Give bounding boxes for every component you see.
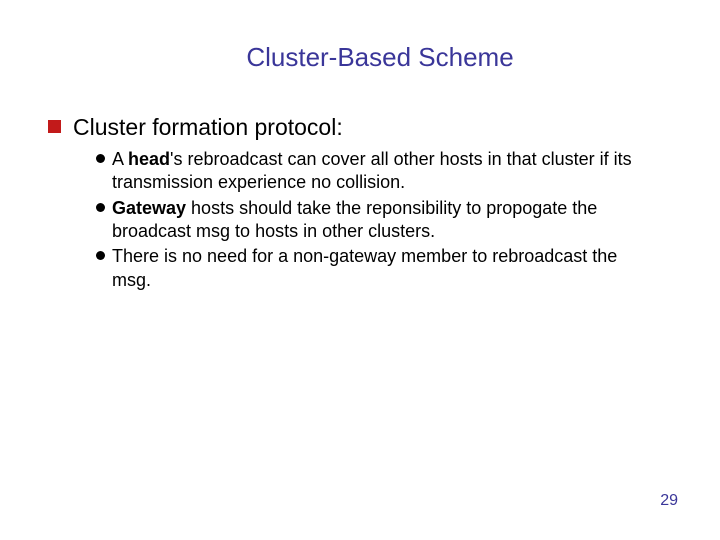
dot-bullet-icon [96,251,105,260]
slide-title: Cluster-Based Scheme [80,42,680,73]
list-item: Gateway hosts should take the reponsibil… [96,197,660,244]
dot-bullet-icon [96,154,105,163]
level1-item: Cluster formation protocol: [48,113,680,142]
list-item: A head's rebroadcast can cover all other… [96,148,660,195]
list-item: There is no need for a non-gateway membe… [96,245,660,292]
square-bullet-icon [48,120,61,133]
bullet-bold: head [128,149,170,169]
level1-text: Cluster formation protocol: [73,113,343,142]
dot-bullet-icon [96,203,105,212]
bullet-text: A head's rebroadcast can cover all other… [112,148,660,195]
slide: Cluster-Based Scheme Cluster formation p… [0,0,720,540]
bullet-pre: A [112,149,128,169]
bullet-post: 's rebroadcast can cover all other hosts… [112,149,632,192]
bullet-post: There is no need for a non-gateway membe… [112,246,617,289]
bullet-text: Gateway hosts should take the reponsibil… [112,197,660,244]
bullet-text: There is no need for a non-gateway membe… [112,245,660,292]
level2-list: A head's rebroadcast can cover all other… [96,148,660,292]
page-number: 29 [660,492,678,510]
bullet-bold: Gateway [112,198,186,218]
